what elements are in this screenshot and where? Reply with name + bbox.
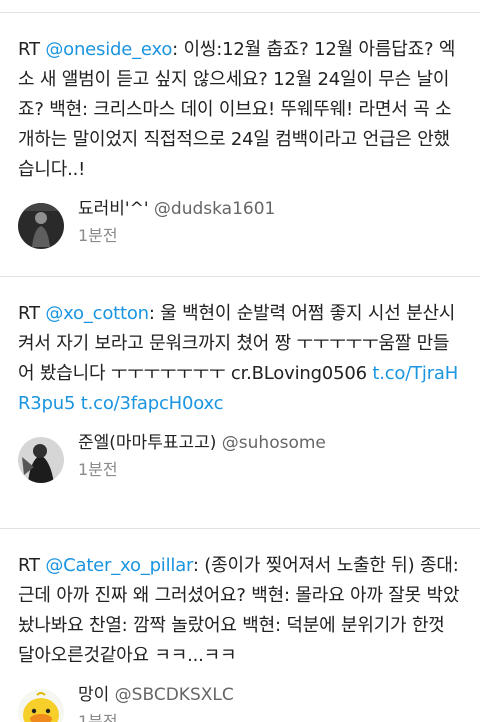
user-info: 됴러비'^' @dudska1601 1분전 xyxy=(78,197,275,248)
user-handle[interactable]: @suhosome xyxy=(216,433,326,453)
retweet-prefix: RT xyxy=(18,303,46,324)
retweet-prefix: RT xyxy=(18,39,46,60)
tweet-content: : 이씽:12월 춥죠? 12월 아름답죠? 엑소 새 앨범이 듣고 싶지 않으… xyxy=(18,39,456,180)
top-divider xyxy=(0,0,480,13)
mention-link[interactable]: @Cater_xo_pillar xyxy=(45,555,193,576)
display-name[interactable]: 됴러비'^' xyxy=(78,199,149,219)
timestamp: 1분전 xyxy=(78,460,118,479)
tweet-item[interactable]: RT @xo_cotton: 울 백현이 순발력 어쩜 좋지 시선 분산시켜서 … xyxy=(0,277,480,529)
tweet-text: RT @xo_cotton: 울 백현이 순발력 어쩜 좋지 시선 분산시켜서 … xyxy=(18,299,462,419)
user-line: 준엘(마마투표고고) @suhosome xyxy=(78,431,326,455)
mention-link[interactable]: @xo_cotton xyxy=(45,303,149,324)
display-name[interactable]: 망이 xyxy=(78,685,109,705)
user-info: 망이 @SBCDKSXLC 1분전 xyxy=(78,683,234,722)
stage-photo-avatar-icon[interactable] xyxy=(18,437,64,483)
timestamp: 1분전 xyxy=(78,712,118,722)
tweet-meta: 됴러비'^' @dudska1601 1분전 xyxy=(18,197,462,249)
media-link[interactable]: t.co/3fapcH0oxc xyxy=(81,393,224,414)
tweet-item[interactable]: RT @oneside_exo: 이씽:12월 춥죠? 12월 아름답죠? 엑소… xyxy=(0,13,480,277)
timestamp: 1분전 xyxy=(78,226,118,245)
dark-figure-avatar-icon[interactable] xyxy=(18,203,64,249)
user-info: 준엘(마마투표고고) @suhosome 1분전 xyxy=(78,431,326,482)
user-handle[interactable]: @dudska1601 xyxy=(149,199,275,219)
timeline-feed: RT @oneside_exo: 이씽:12월 춥죠? 12월 아름답죠? 엑소… xyxy=(0,0,480,722)
user-line: 망이 @SBCDKSXLC xyxy=(78,683,234,707)
tweet-text: RT @oneside_exo: 이씽:12월 춥죠? 12월 아름답죠? 엑소… xyxy=(18,35,462,185)
display-name[interactable]: 준엘(마마투표고고) xyxy=(78,433,216,453)
retweet-prefix: RT xyxy=(18,555,46,576)
tweet-meta: 준엘(마마투표고고) @suhosome 1분전 xyxy=(18,431,462,483)
tweet-meta: 망이 @SBCDKSXLC 1분전 xyxy=(18,683,462,722)
yellow-duck-avatar-icon[interactable] xyxy=(18,689,64,722)
tweet-text: RT @Cater_xo_pillar: (종이가 찢어져서 노출한 뒤) 종대… xyxy=(18,551,462,671)
user-line: 됴러비'^' @dudska1601 xyxy=(78,197,275,221)
mention-link[interactable]: @oneside_exo xyxy=(45,39,172,60)
tweet-item[interactable]: RT @Cater_xo_pillar: (종이가 찢어져서 노출한 뒤) 종대… xyxy=(0,529,480,722)
user-handle[interactable]: @SBCDKSXLC xyxy=(109,685,234,705)
